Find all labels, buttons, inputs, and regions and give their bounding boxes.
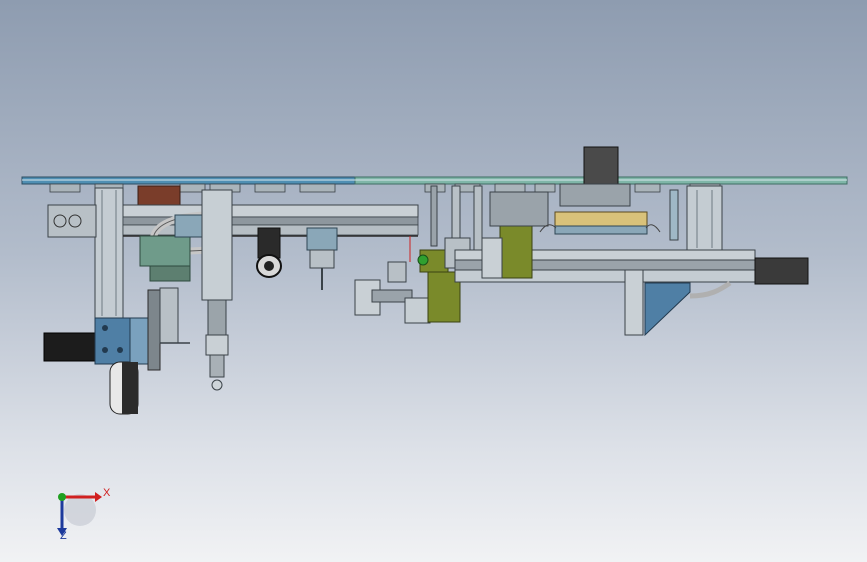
top-mounting-plate[interactable] [21,176,848,185]
x-axis-label: X [103,487,111,499]
black-roller [256,227,282,278]
servo-motor[interactable] [43,317,149,365]
gripper-bar[interactable] [539,211,661,235]
cad-viewport[interactable]: X Z [0,0,867,562]
pick-module[interactable] [306,227,338,290]
left-vertical-column[interactable] [94,187,124,319]
left-side-plate [47,204,97,238]
side-bracket [147,287,190,371]
right-vertical-column[interactable] [686,185,723,251]
center-pneumatic-assembly[interactable] [354,237,471,324]
z-axis-label: Z [60,530,67,542]
assembly-model[interactable] [0,0,867,562]
belt-pulley [109,361,139,415]
brown-mount-block [137,185,181,207]
vertical-cylinder[interactable] [201,189,233,391]
sensor-rod [669,189,679,241]
